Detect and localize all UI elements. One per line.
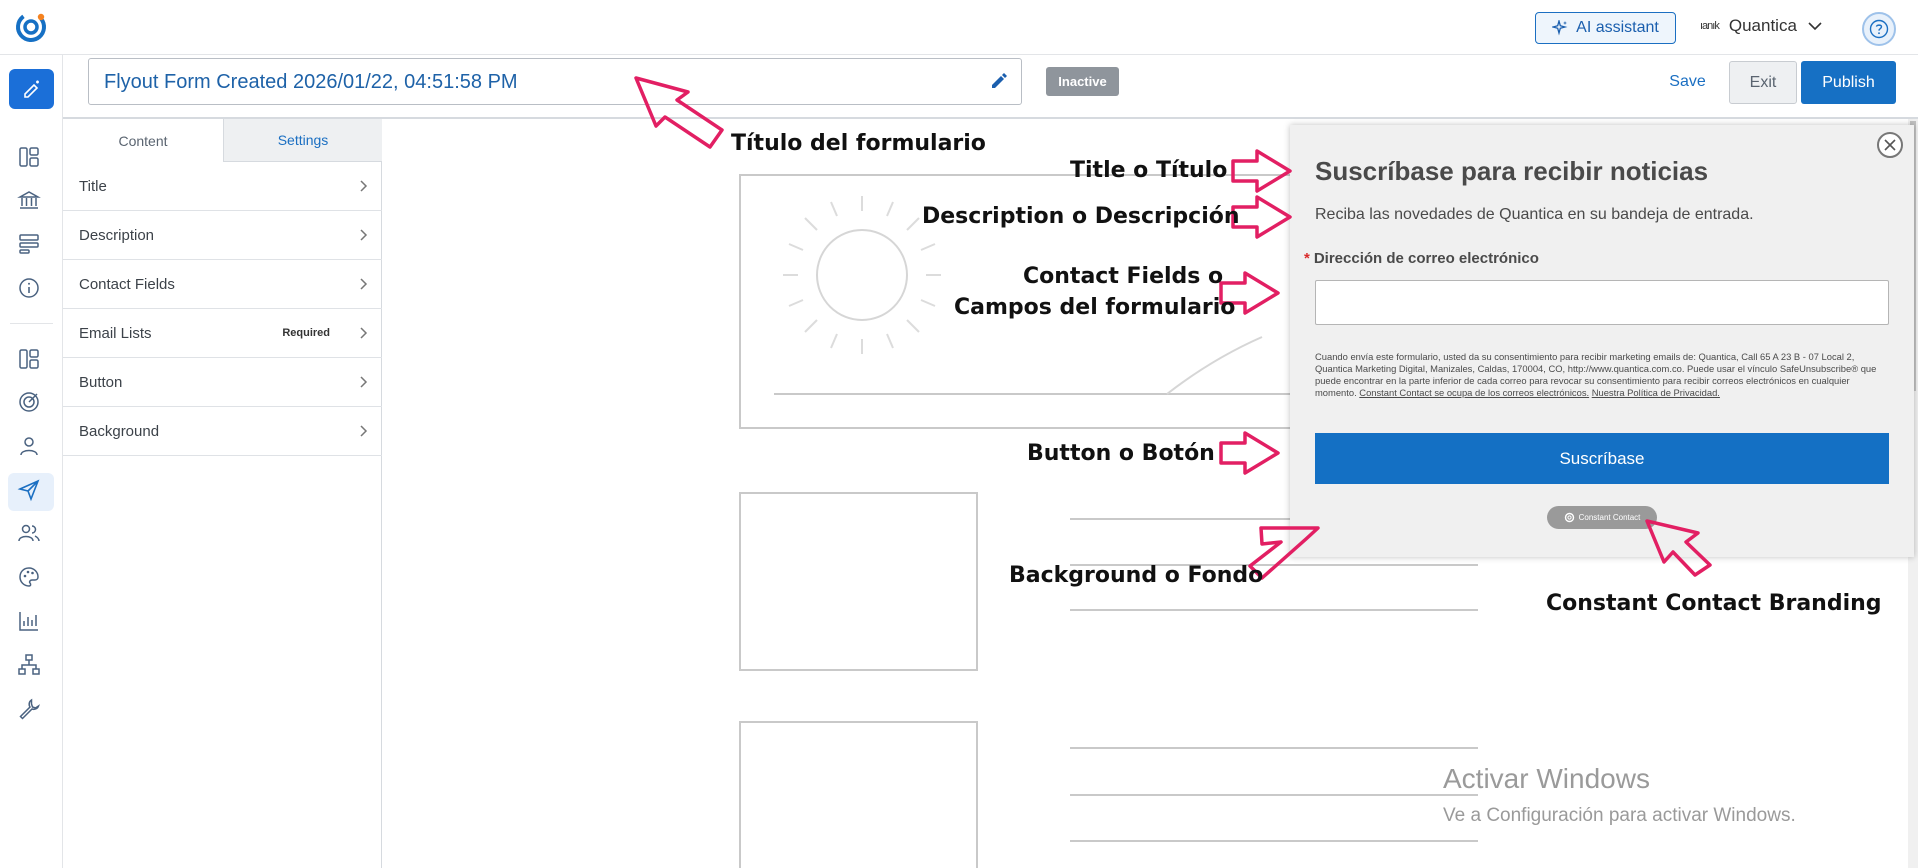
left-rail	[0, 55, 63, 868]
chevron-right-icon	[360, 327, 368, 339]
email-label-text: Dirección de correo electrónico	[1313, 250, 1539, 267]
chevron-right-icon	[360, 278, 368, 290]
panel-item-label: Contact Fields	[79, 275, 175, 293]
panel-item-description[interactable]: Description	[63, 211, 382, 260]
panel-list: Title Description Contact Fields Email L…	[63, 162, 382, 456]
consent-link-ctct[interactable]: Constant Contact se ocupa de los correos…	[1359, 387, 1589, 398]
tab-content[interactable]: Content	[63, 119, 223, 162]
panel-item-email-lists[interactable]: Email Lists Required	[63, 309, 382, 358]
branding-label: Constant Contact	[1578, 513, 1641, 522]
panel-item-label: Title	[79, 177, 107, 195]
chart-icon[interactable]	[17, 609, 45, 637]
app-root: AI assistant ıanık Quantica Flyout Form …	[0, 0, 1918, 868]
chevron-down-icon	[1808, 22, 1822, 31]
flyout-close-button[interactable]	[1877, 132, 1903, 158]
info-icon[interactable]	[17, 276, 45, 304]
people-icon[interactable]	[17, 521, 45, 549]
activation-watermark-title: Activar Windows	[1443, 763, 1650, 794]
chevron-right-icon	[360, 376, 368, 388]
sitemap-icon[interactable]	[17, 653, 45, 681]
subscribe-button[interactable]: Suscríbase	[1315, 433, 1889, 484]
chevron-right-icon	[360, 425, 368, 437]
annotation-form-title: Título del formulario	[731, 131, 986, 156]
panel-item-contact-fields[interactable]: Contact Fields	[63, 260, 382, 309]
privacy-policy-link[interactable]: Nuestra Política de Privacidad.	[1592, 387, 1720, 398]
tab-settings[interactable]: Settings	[223, 119, 382, 162]
send-icon[interactable]	[17, 478, 45, 506]
panel-item-background[interactable]: Background	[63, 407, 382, 456]
panel-item-button[interactable]: Button	[63, 358, 382, 407]
flyout-description[interactable]: Reciba las novedades de Quantica en su b…	[1315, 206, 1754, 224]
panel-item-label: Email Lists	[79, 324, 152, 342]
account-menu[interactable]: ıanık Quantica	[1700, 16, 1823, 36]
email-field[interactable]	[1315, 280, 1889, 325]
required-tag: Required	[282, 327, 330, 339]
annotation-button: Button o Botón	[1027, 441, 1215, 466]
palette-icon[interactable]	[17, 565, 45, 593]
person-icon[interactable]	[17, 434, 45, 462]
dashboard-icon[interactable]	[17, 145, 45, 173]
create-button[interactable]	[9, 69, 54, 109]
bank-icon[interactable]	[17, 188, 45, 216]
form-title-text: Flyout Form Created 2026/01/22, 04:51:58…	[104, 71, 518, 93]
constant-contact-branding[interactable]: Constant Contact	[1547, 506, 1657, 529]
flyout-form[interactable]: Suscríbase para recibir noticias Reciba …	[1290, 125, 1914, 557]
status-badge: Inactive	[1046, 67, 1119, 96]
wrench-icon[interactable]	[17, 697, 45, 725]
top-bar: AI assistant ıanık Quantica	[0, 0, 1918, 55]
email-field-label: * Dirección de correo electrónico	[1304, 250, 1539, 267]
sparkle-icon	[1552, 20, 1568, 36]
ctct-logo[interactable]	[14, 10, 48, 44]
layout-icon[interactable]	[17, 232, 45, 260]
activation-watermark-subtitle: Ve a Configuración para activar Windows.	[1443, 805, 1796, 826]
ctct-logo-icon	[1564, 512, 1574, 523]
help-button[interactable]	[1862, 12, 1896, 46]
close-icon	[1884, 139, 1896, 151]
form-title-field[interactable]: Flyout Form Created 2026/01/22, 04:51:58…	[88, 58, 1022, 105]
publish-button[interactable]: Publish	[1801, 61, 1896, 104]
panel-item-label: Button	[79, 373, 123, 391]
rail-divider	[10, 323, 53, 324]
save-button[interactable]: Save	[1655, 62, 1720, 102]
dashboard-icon[interactable]	[17, 347, 45, 375]
annotation-title: Title o Título	[1070, 158, 1228, 183]
account-logo: ıanık	[1700, 20, 1720, 32]
flyout-title[interactable]: Suscríbase para recibir noticias	[1315, 156, 1708, 187]
panel-item-label: Description	[79, 226, 155, 244]
required-mark: *	[1304, 250, 1310, 267]
ai-assistant-button[interactable]: AI assistant	[1535, 12, 1676, 44]
editor-panel: Content Settings Title Description Conta…	[63, 119, 382, 868]
chevron-right-icon	[360, 180, 368, 192]
chevron-right-icon	[360, 229, 368, 241]
help-icon	[1869, 19, 1889, 39]
annotation-contact-fields-2: Campos del formulario	[954, 295, 1236, 320]
edit-plus-icon	[24, 80, 39, 98]
panel-item-title[interactable]: Title	[63, 162, 382, 211]
annotation-background: Background o Fondo	[1009, 563, 1264, 588]
exit-button[interactable]: Exit	[1729, 61, 1797, 104]
ai-assistant-label: AI assistant	[1576, 19, 1659, 36]
consent-text: Cuando envía este formulario, usted da s…	[1315, 351, 1890, 399]
annotation-branding: Constant Contact Branding	[1546, 591, 1882, 616]
target-icon[interactable]	[17, 390, 45, 418]
panel-tabs: Content Settings	[63, 119, 382, 162]
annotation-description: Description o Descripción	[922, 204, 1240, 229]
account-name: Quantica	[1728, 16, 1797, 35]
pencil-icon[interactable]	[989, 71, 1009, 91]
panel-item-label: Background	[79, 422, 160, 440]
annotation-contact-fields-1: Contact Fields o	[1023, 264, 1224, 289]
